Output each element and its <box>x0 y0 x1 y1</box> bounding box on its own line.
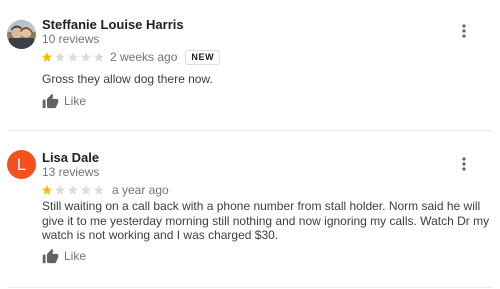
new-badge: NEW <box>185 49 221 65</box>
star-filled-icon <box>41 51 53 63</box>
star-empty-icon <box>67 51 79 63</box>
star-empty-icon <box>80 184 92 196</box>
like-label: Like <box>64 94 87 108</box>
star-empty-icon <box>93 51 105 63</box>
review-card: Steffanie Louise Harris 10 reviews 2 wee… <box>0 0 500 130</box>
reviewer-review-count: 13 reviews <box>42 165 100 179</box>
more-vert-icon[interactable] <box>458 23 470 39</box>
star-empty-icon <box>54 184 66 196</box>
star-rating <box>41 51 106 63</box>
star-empty-icon <box>93 184 105 196</box>
review-time: 2 weeks ago <box>110 50 178 64</box>
review-time: a year ago <box>112 183 169 197</box>
review-text: Gross they allow dog there now. <box>42 72 213 86</box>
star-empty-icon <box>54 51 66 63</box>
rating-row: a year ago <box>41 183 169 197</box>
more-vert-icon[interactable] <box>458 156 470 172</box>
reviewer-review-count: 10 reviews <box>42 32 100 46</box>
rating-row: 2 weeks ago NEW <box>41 49 221 65</box>
thumb-up-icon <box>42 93 59 109</box>
like-button[interactable]: Like <box>42 93 86 109</box>
review-text: Still waiting on a call back with a phon… <box>42 199 490 242</box>
reviewer-avatar-letter[interactable]: L <box>7 150 36 179</box>
star-filled-icon <box>41 184 53 196</box>
reviewer-name[interactable]: Steffanie Louise Harris <box>42 17 184 32</box>
star-empty-icon <box>80 51 92 63</box>
like-button[interactable]: Like <box>42 248 86 264</box>
star-empty-icon <box>67 184 79 196</box>
review-divider <box>8 287 492 288</box>
review-card: L Lisa Dale 13 reviews a year ago Still … <box>0 131 500 289</box>
reviewer-name[interactable]: Lisa Dale <box>42 150 99 165</box>
like-label: Like <box>64 249 87 263</box>
reviewer-avatar-photo[interactable] <box>7 20 36 49</box>
star-rating <box>41 184 106 196</box>
thumb-up-icon <box>42 248 59 264</box>
